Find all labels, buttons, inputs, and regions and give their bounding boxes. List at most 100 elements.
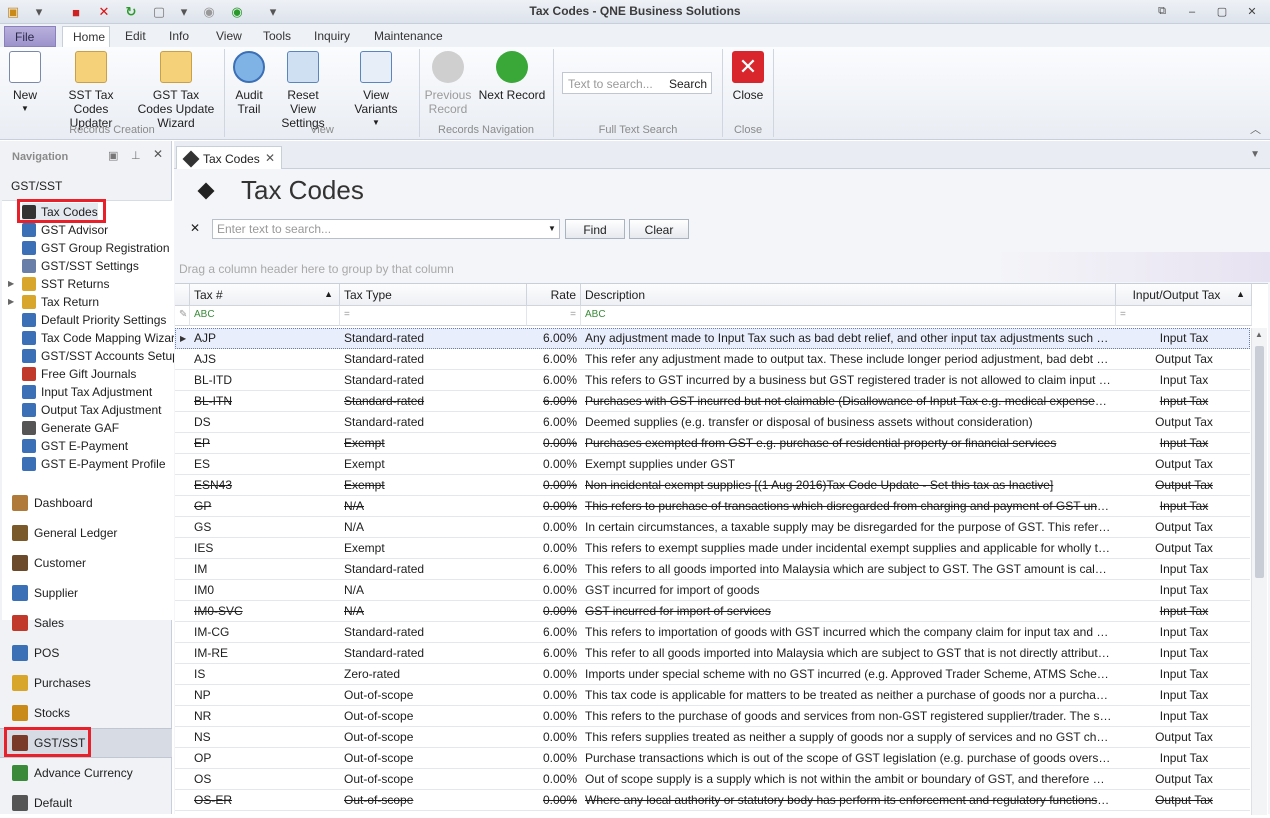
clear-button[interactable]: Clear	[629, 219, 689, 239]
full-text-search-input[interactable]: Text to search...	[568, 77, 653, 91]
column-header-rate[interactable]: Rate	[527, 284, 581, 306]
full-text-search-button[interactable]: Search	[669, 77, 707, 91]
close-button[interactable]: ✕ Close	[728, 51, 768, 102]
nav-item-sst-returns[interactable]: SST Returns	[22, 275, 109, 293]
column-header-tax-type[interactable]: Tax Type	[340, 284, 527, 306]
gst-wizard-button[interactable]: GST Tax Codes Update Wizard	[136, 51, 216, 130]
table-row[interactable]: ESN43 Exempt 0.00% Non incidental exempt su…	[175, 475, 1250, 496]
auto-hide-icon[interactable]: ⊥	[131, 149, 141, 162]
maximize-button[interactable]: ▢	[1210, 3, 1234, 20]
search-dropdown-icon[interactable]: ▼	[548, 224, 556, 233]
tab-maintenance[interactable]: Maintenance	[364, 26, 453, 47]
module-supplier[interactable]: Supplier	[0, 578, 172, 608]
nav-item-gst-e-payment[interactable]: GST E-Payment	[22, 437, 128, 455]
table-row[interactable]: GS N/A 0.00% In certain circumstances, a ta…	[175, 517, 1250, 538]
tab-info[interactable]: Info	[159, 26, 199, 47]
table-row[interactable]: IES Exempt 0.00% This refers to exempt supp…	[175, 538, 1250, 559]
column-header-description[interactable]: Description	[581, 284, 1116, 306]
audit-trail-button[interactable]: Audit Trail	[230, 51, 268, 116]
table-row[interactable]: NS Out-of-scope 0.00% This refers supplies …	[175, 727, 1250, 748]
next-record-button[interactable]: Next Record	[478, 51, 546, 102]
table-row[interactable]: AJS Standard-rated 6.00% This refer any adj…	[175, 349, 1250, 370]
tab-inquiry[interactable]: Inquiry	[304, 26, 360, 47]
table-row[interactable]: IM0 N/A 0.00% GST incurred for import of go…	[175, 580, 1250, 601]
vertical-scrollbar[interactable]: ▲	[1251, 328, 1267, 815]
module-pos[interactable]: POS	[0, 638, 172, 668]
previous-record-button[interactable]: Previous Record	[424, 51, 472, 116]
group-by-panel[interactable]: Drag a column header here to group by th…	[174, 252, 1270, 282]
table-row[interactable]: EP Exempt 0.00% Purchases exempted from GST…	[175, 433, 1250, 454]
view-variants-button[interactable]: View Variants ▼	[340, 51, 412, 130]
filter-cell-description[interactable]: ABC	[581, 306, 1116, 326]
close-panel-icon[interactable]: ✕	[153, 147, 163, 161]
scroll-up-icon[interactable]: ▲	[1255, 330, 1263, 339]
table-row[interactable]: BL-ITD Standard-rated 6.00% This refers to …	[175, 370, 1250, 391]
tab-list-dropdown-icon[interactable]: ▼	[1250, 149, 1260, 160]
reset-view-button[interactable]: Reset View Settings	[274, 51, 332, 130]
tab-edit[interactable]: Edit	[115, 26, 156, 47]
table-row[interactable]: NR Out-of-scope 0.00% This refers to the pu…	[175, 706, 1250, 727]
module-customer[interactable]: Customer	[0, 548, 172, 578]
table-row[interactable]: IM-CG Standard-rated 6.00% This refers to i…	[175, 622, 1250, 643]
nav-item-tax-code-mapping-wizard[interactable]: Tax Code Mapping Wizard	[22, 329, 182, 347]
search-input[interactable]: Enter text to search...	[212, 219, 560, 239]
nav-item-free-gift-journals[interactable]: Free Gift Journals	[22, 365, 136, 383]
module-advance-currency[interactable]: Advance Currency	[0, 758, 172, 788]
tab-home[interactable]: Home	[62, 26, 110, 47]
module-sales[interactable]: Sales	[0, 608, 172, 638]
table-row[interactable]: OP Out-of-scope 0.00% Purchase transactions…	[175, 748, 1250, 769]
table-row[interactable]: OS-ER Out-of-scope 0.00% Where any local au…	[175, 790, 1250, 811]
cell-rate: 6.00%	[542, 625, 577, 639]
nav-item-gst-advisor[interactable]: GST Advisor	[22, 221, 108, 239]
column-header-input-output[interactable]: Input/Output Tax ▲	[1116, 284, 1252, 306]
module-purchases[interactable]: Purchases	[0, 668, 172, 698]
tab-file[interactable]: File	[4, 26, 56, 47]
table-row[interactable]: DS Standard-rated 6.00% Deemed supplies (e.…	[175, 412, 1250, 433]
nav-item-tax-return[interactable]: Tax Return	[22, 293, 99, 311]
filter-cell-tax-type[interactable]: =	[340, 306, 527, 326]
restore-layout-icon[interactable]: ⧉	[1150, 3, 1174, 20]
nav-item-gst-sst-accounts-setup[interactable]: GST/SST Accounts Setup	[22, 347, 179, 365]
cell-io: Input Tax	[1159, 394, 1209, 408]
table-row[interactable]: IM-RE Standard-rated 6.00% This refer to al…	[175, 643, 1250, 664]
close-window-button[interactable]: ✕	[1240, 3, 1264, 20]
document-tab-tax-codes[interactable]: Tax Codes ✕	[176, 146, 282, 170]
filter-cell-rate[interactable]: =	[527, 306, 581, 326]
scrollbar-thumb[interactable]	[1255, 346, 1264, 578]
nav-item-default-priority-settings[interactable]: Default Priority Settings	[22, 311, 166, 329]
collapse-ribbon-icon[interactable]: ︿	[1250, 121, 1261, 137]
sst-updater-button[interactable]: SST Tax Codes Updater	[52, 51, 130, 130]
table-row[interactable]: NP Out-of-scope 0.00% This tax code is appl…	[175, 685, 1250, 706]
nav-item-gst-sst-settings[interactable]: GST/SST Settings	[22, 257, 139, 275]
nav-item-input-tax-adjustment[interactable]: Input Tax Adjustment	[22, 383, 152, 401]
nav-item-output-tax-adjustment[interactable]: Output Tax Adjustment	[22, 401, 162, 419]
filter-cell-input-output[interactable]: =	[1116, 306, 1252, 326]
close-tab-icon[interactable]: ✕	[265, 151, 275, 165]
nav-item-generate-gaf[interactable]: Generate GAF	[22, 419, 119, 437]
expand-arrow-icon[interactable]: ▶	[8, 279, 14, 288]
table-row[interactable]: IM Standard-rated 6.00% This refers to all …	[175, 559, 1250, 580]
table-row[interactable]: IS Zero-rated 0.00% Imports under special s…	[175, 664, 1250, 685]
pin-icon[interactable]: ▣	[108, 149, 118, 162]
expand-arrow-icon[interactable]: ▶	[8, 297, 14, 306]
table-row[interactable]: OS Out-of-scope 0.00% Out of scope supply i…	[175, 769, 1250, 790]
table-row[interactable]: GP N/A 0.00% This refers to purchase of tra…	[175, 496, 1250, 517]
minimize-button[interactable]: –	[1180, 3, 1204, 20]
module-general-ledger[interactable]: General Ledger	[0, 518, 172, 548]
table-row[interactable]: ▶ AJP Standard-rated 6.00% Any adjustment ma…	[175, 328, 1250, 349]
filter-cell-tax[interactable]: ABC	[190, 306, 340, 326]
module-stocks[interactable]: Stocks	[0, 698, 172, 728]
full-text-search-box[interactable]: Text to search... Search	[562, 72, 712, 94]
column-header-tax[interactable]: Tax # ▲	[190, 284, 340, 306]
find-button[interactable]: Find	[565, 219, 625, 239]
tab-tools[interactable]: Tools	[253, 26, 301, 47]
table-row[interactable]: IM0-SVC N/A 0.00% GST incurred for import o…	[175, 601, 1250, 622]
table-row[interactable]: BL-ITN Standard-rated 6.00% Purchases with …	[175, 391, 1250, 412]
module-dashboard[interactable]: Dashboard	[0, 488, 172, 518]
new-button[interactable]: New ▼	[6, 51, 44, 116]
table-row[interactable]: ES Exempt 0.00% Exempt supplies under GST Ou…	[175, 454, 1250, 475]
clear-filter-icon[interactable]: ✕	[190, 221, 200, 235]
nav-item-gst-e-payment-profile[interactable]: GST E-Payment Profile	[22, 455, 166, 473]
nav-item-gst-group-registration[interactable]: GST Group Registration	[22, 239, 170, 257]
tab-view[interactable]: View	[206, 26, 252, 47]
